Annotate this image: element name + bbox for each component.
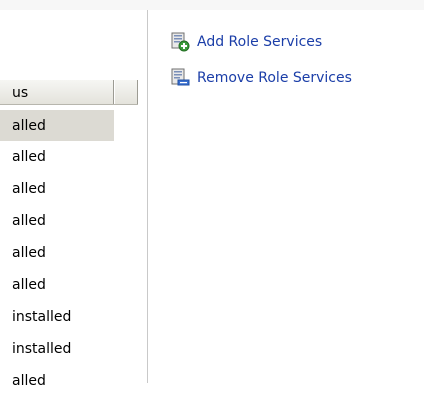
remove-role-services-icon bbox=[171, 68, 190, 86]
list-row[interactable]: alled bbox=[0, 269, 147, 301]
add-role-services-icon bbox=[171, 32, 190, 52]
list-row[interactable]: alled bbox=[0, 141, 147, 173]
row-status: alled bbox=[12, 245, 46, 261]
list-row[interactable]: installed bbox=[0, 333, 147, 365]
row-status: alled bbox=[12, 373, 46, 389]
role-services-list: alled alled alled alled alled alled inst… bbox=[0, 110, 147, 397]
row-status: alled bbox=[12, 277, 46, 293]
row-status: alled bbox=[12, 149, 46, 165]
add-role-services-label: Add Role Services bbox=[197, 34, 323, 50]
list-row[interactable]: alled bbox=[0, 365, 147, 397]
list-row[interactable]: alled bbox=[0, 205, 147, 237]
top-strip bbox=[0, 0, 424, 10]
list-row[interactable]: alled bbox=[0, 237, 147, 269]
actions-pane: Add Role Services Remove Role Services bbox=[148, 10, 424, 383]
list-row[interactable]: alled bbox=[0, 173, 147, 205]
row-status: installed bbox=[12, 309, 72, 325]
row-status: alled bbox=[12, 181, 46, 197]
row-status: alled bbox=[12, 213, 46, 229]
status-column-header[interactable]: us bbox=[0, 80, 114, 104]
list-row[interactable]: installed bbox=[0, 301, 147, 333]
list-header: us bbox=[0, 80, 138, 105]
status-column-header-label: us bbox=[12, 85, 29, 101]
row-status: alled bbox=[12, 118, 46, 134]
remove-role-services-link[interactable]: Remove Role Services bbox=[170, 67, 352, 89]
remove-role-services-label: Remove Role Services bbox=[197, 70, 352, 86]
list-row[interactable]: alled bbox=[0, 110, 114, 141]
add-role-services-link[interactable]: Add Role Services bbox=[170, 31, 322, 53]
extra-column-header[interactable] bbox=[114, 80, 138, 104]
row-status: installed bbox=[12, 341, 72, 357]
